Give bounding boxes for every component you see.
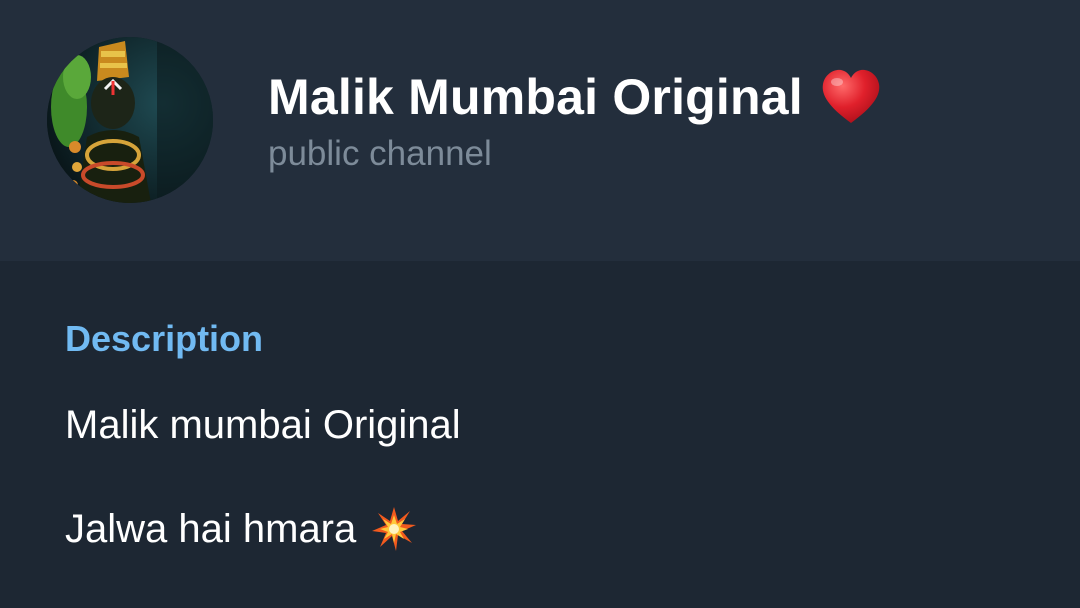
red-heart-icon — [819, 67, 883, 127]
channel-avatar[interactable] — [47, 37, 213, 203]
channel-title: Malik Mumbai Original — [268, 62, 883, 132]
collision-icon — [370, 505, 418, 553]
description-text-2: Jalwa hai hmara — [65, 506, 357, 551]
channel-title-text: Malik Mumbai Original — [268, 69, 803, 125]
channel-header: Malik Mumbai Original public channel — [0, 0, 1080, 261]
description-section: Description Malik mumbai Original Jalwa … — [0, 261, 1080, 608]
channel-type-label: public channel — [268, 134, 492, 173]
description-text-1: Malik mumbai Original — [65, 403, 461, 447]
description-line[interactable]: Jalwa hai hmara — [65, 505, 418, 553]
deity-avatar-image — [47, 37, 213, 203]
description-line[interactable]: Malik mumbai Original — [65, 403, 461, 448]
description-title: Description — [65, 318, 264, 359]
